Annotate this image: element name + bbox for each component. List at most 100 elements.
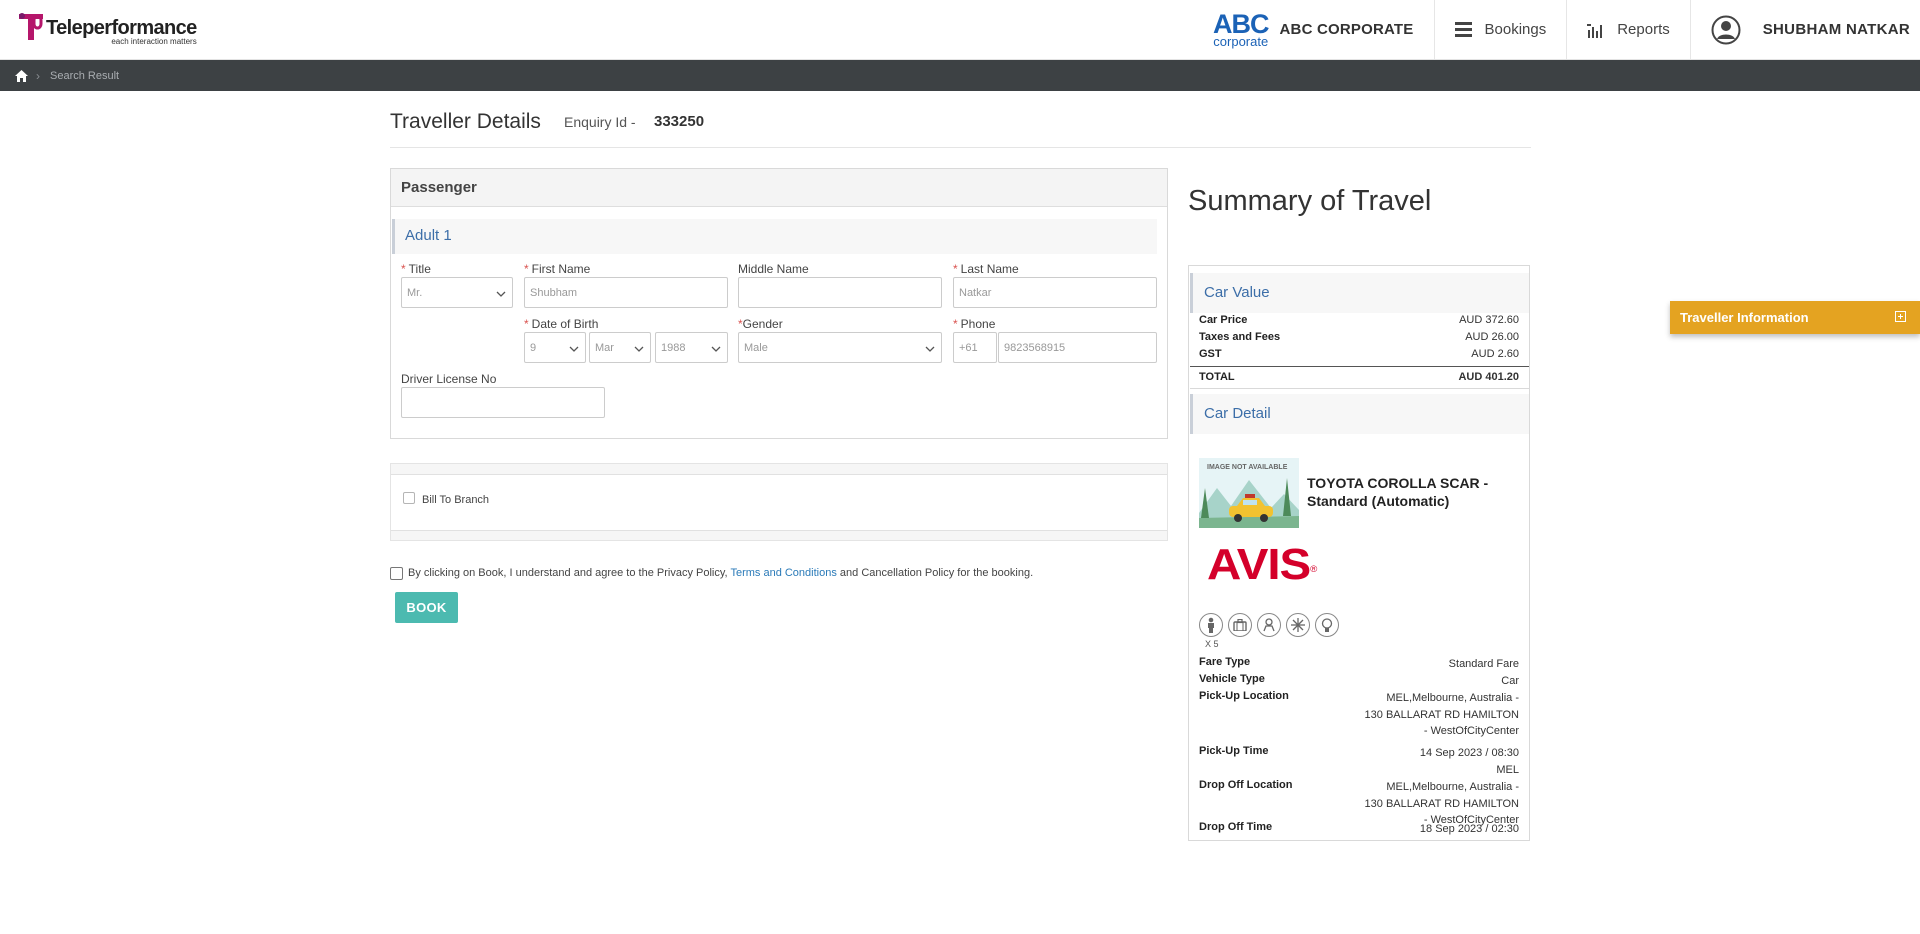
total-divider bbox=[1190, 366, 1529, 367]
corporate-selector[interactable]: ABC corporate ABC CORPORATE bbox=[1193, 0, 1434, 59]
home-icon[interactable] bbox=[15, 69, 28, 82]
passenger-capacity: X 5 bbox=[1205, 639, 1219, 649]
passenger-panel: Passenger Adult 1 * Title Mr. * First Name… bbox=[390, 168, 1168, 439]
bill-to-branch-label: Bill To Branch bbox=[422, 494, 490, 506]
last-name-input[interactable]: Natkar bbox=[953, 277, 1157, 308]
pickup-time-line: 14 Sep 2023 / 08:30 bbox=[1419, 747, 1519, 759]
luggage-icon bbox=[1228, 613, 1252, 637]
car-price-value: AUD 372.60 bbox=[1459, 314, 1519, 326]
agreement-text: By clicking on Book, I understand and ag… bbox=[408, 567, 1033, 579]
last-name-label: * Last Name bbox=[953, 262, 1019, 276]
page-title: Traveller Details bbox=[390, 110, 541, 133]
total-label: TOTAL bbox=[1199, 371, 1235, 383]
summary-panel: Car Value Car Price AUD 372.60 Taxes and… bbox=[1188, 265, 1530, 841]
dob-month-select[interactable]: Mar bbox=[589, 332, 651, 363]
abc-logo-subtext: corporate bbox=[1213, 33, 1269, 49]
pickup-location-value: MEL,Melbourne, Australia - 130 BALLARAT … bbox=[1365, 690, 1519, 740]
dob-label: * Date of Birth bbox=[524, 317, 599, 331]
car-price-label: Car Price bbox=[1199, 314, 1248, 326]
corporate-name: ABC CORPORATE bbox=[1279, 21, 1414, 38]
plus-square-icon[interactable] bbox=[1895, 311, 1906, 322]
bill-to-branch-checkbox[interactable] bbox=[403, 492, 415, 504]
car-image-placeholder: IMAGE NOT AVAILABLE bbox=[1199, 458, 1299, 528]
bulb-icon bbox=[1315, 613, 1339, 637]
vendor-logo: AVIS® bbox=[1207, 540, 1317, 589]
vendor-name: AVIS bbox=[1207, 540, 1311, 589]
teleperformance-logo[interactable]: Teleperformance each interaction matters bbox=[18, 12, 197, 48]
pickup-location-line: MEL,Melbourne, Australia - bbox=[1386, 692, 1519, 704]
person-icon bbox=[1199, 613, 1223, 637]
abc-logo-text: ABC bbox=[1213, 8, 1269, 39]
user-menu[interactable]: SHUBHAM NATKAR bbox=[1689, 0, 1920, 59]
first-name-label: * First Name bbox=[524, 262, 591, 276]
title-label: * Title bbox=[401, 262, 431, 276]
menu-icon bbox=[1454, 22, 1473, 37]
license-input[interactable] bbox=[401, 387, 605, 418]
enquiry-id: 333250 bbox=[654, 113, 705, 130]
nav-bookings[interactable]: Bookings bbox=[1433, 0, 1567, 59]
chevron-down-icon bbox=[496, 288, 506, 300]
nav-reports[interactable]: Reports bbox=[1566, 0, 1690, 59]
first-name-input[interactable]: Shubham bbox=[524, 277, 728, 308]
gst-value: AUD 2.60 bbox=[1471, 348, 1519, 360]
taxes-row: Taxes and Fees AUD 26.00 bbox=[1199, 331, 1519, 343]
total-row: TOTAL AUD 401.20 bbox=[1199, 371, 1519, 383]
dropoff-time-value: 18 Sep 2023 / 02:30 bbox=[1419, 823, 1519, 835]
license-label: Driver License No bbox=[401, 372, 497, 386]
adult-section-title: Adult 1 bbox=[392, 219, 1157, 254]
pickup-location-line: 130 BALLARAT RD HAMILTON bbox=[1364, 708, 1519, 721]
dob-day-select[interactable]: 9 bbox=[524, 332, 586, 363]
book-button[interactable]: BOOK bbox=[395, 592, 458, 623]
passenger-section-title: Passenger bbox=[391, 169, 1167, 207]
tp-logo-mark-icon bbox=[18, 12, 44, 42]
dob-year-select[interactable]: 1988 bbox=[655, 332, 728, 363]
car-name: TOYOTA COROLLA SCAR - Standard (Automati… bbox=[1307, 475, 1489, 509]
dropoff-location-label: Drop Off Location bbox=[1199, 779, 1293, 791]
pickup-time-label: Pick-Up Time bbox=[1199, 745, 1269, 757]
breadcrumb-current: Search Result bbox=[50, 69, 120, 82]
dropoff-location-line: MEL,Melbourne, Australia - bbox=[1386, 781, 1519, 793]
user-name: SHUBHAM NATKAR bbox=[1762, 21, 1910, 38]
nav-reports-label: Reports bbox=[1617, 21, 1670, 38]
title-value: Mr. bbox=[407, 286, 423, 299]
fare-type-value: Standard Fare bbox=[1448, 658, 1519, 670]
breadcrumb: › Search Result bbox=[0, 60, 1920, 91]
user-icon bbox=[1711, 15, 1741, 45]
phone-code-input[interactable]: +61 bbox=[953, 332, 997, 363]
gender-select[interactable]: Male bbox=[738, 332, 942, 363]
traveller-information-tab[interactable]: Traveller Information bbox=[1670, 301, 1920, 334]
image-placeholder-text: IMAGE NOT AVAILABLE bbox=[1207, 464, 1288, 471]
pickup-time-value: 14 Sep 2023 / 08:30 MEL bbox=[1420, 745, 1519, 778]
dropoff-time-label: Drop Off Time bbox=[1199, 821, 1273, 833]
gender-value: Male bbox=[744, 341, 768, 354]
traveller-information-label: Traveller Information bbox=[1680, 310, 1809, 325]
title-select[interactable]: Mr. bbox=[401, 277, 513, 308]
gender-label: *Gender bbox=[738, 317, 783, 331]
pickup-time-line: MEL bbox=[1496, 763, 1519, 776]
chevron-down-icon bbox=[925, 343, 935, 355]
vehicle-type-value: Car bbox=[1501, 675, 1519, 687]
chevron-down-icon bbox=[569, 343, 579, 355]
summary-title: Summary of Travel bbox=[1188, 185, 1432, 217]
billing-inner: Bill To Branch bbox=[391, 474, 1167, 531]
first-name-value: Shubham bbox=[530, 286, 578, 299]
phone-number-input[interactable]: 9823568915 bbox=[998, 332, 1157, 363]
middle-name-input[interactable] bbox=[738, 277, 942, 308]
gst-row: GST AUD 2.60 bbox=[1199, 348, 1519, 360]
terms-link[interactable]: Terms and Conditions bbox=[730, 567, 836, 579]
pickup-location-label: Pick-Up Location bbox=[1199, 690, 1289, 702]
taxes-value: AUD 26.00 bbox=[1465, 331, 1519, 343]
vehicle-type-label: Vehicle Type bbox=[1199, 673, 1265, 685]
reports-icon bbox=[1587, 22, 1605, 38]
seat-icon bbox=[1257, 613, 1281, 637]
agreement-text-after: and Cancellation Policy for the booking. bbox=[839, 567, 1034, 579]
agreement-checkbox[interactable] bbox=[390, 567, 403, 580]
total-value: AUD 401.20 bbox=[1458, 371, 1519, 383]
pickup-location-line: - WestOfCityCenter bbox=[1423, 725, 1519, 737]
top-header: Teleperformance each interaction matters… bbox=[0, 0, 1920, 60]
brand-name: Teleperformance bbox=[46, 17, 197, 39]
middle-name-label: Middle Name bbox=[738, 262, 809, 276]
car-price-row: Car Price AUD 372.60 bbox=[1199, 314, 1519, 326]
divider bbox=[1190, 388, 1529, 389]
last-name-value: Natkar bbox=[959, 286, 992, 299]
